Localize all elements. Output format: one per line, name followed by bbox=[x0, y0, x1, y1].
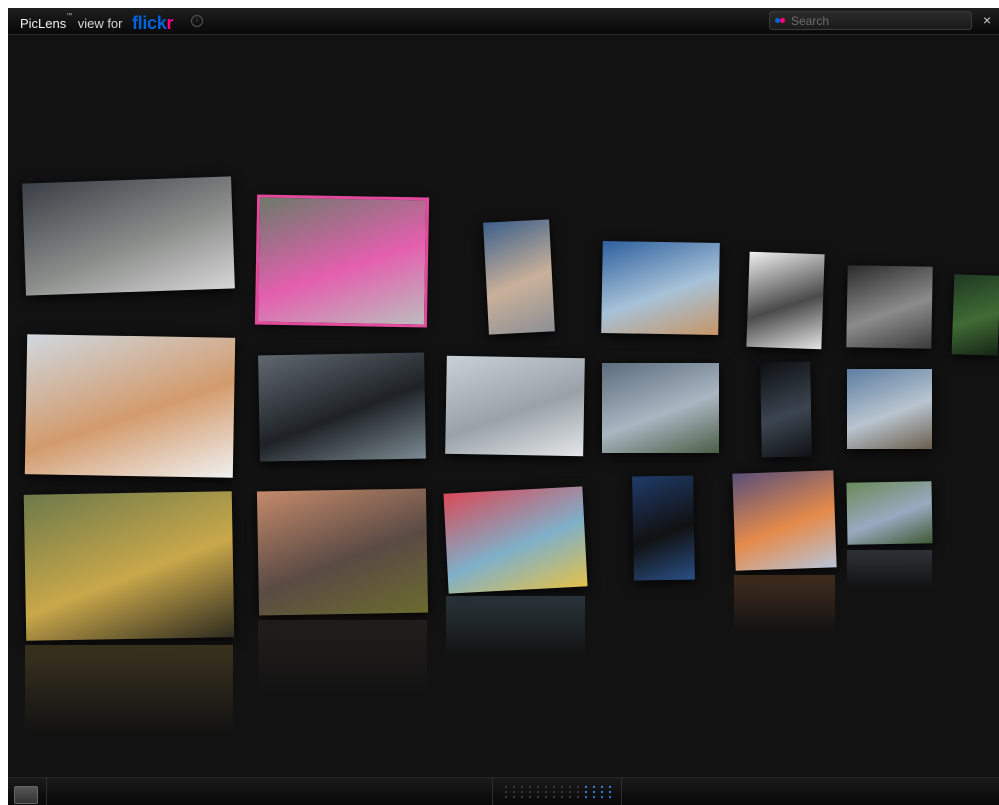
thumb-market-stall[interactable] bbox=[846, 481, 933, 545]
brand-logo: PicLens™ view for flickr bbox=[20, 12, 174, 33]
thumb-stamps-collage-reflection bbox=[446, 596, 585, 656]
thumb-bride-desert[interactable] bbox=[601, 240, 720, 336]
fullscreen-icon[interactable] bbox=[14, 786, 38, 804]
thumb-couple-airstream[interactable] bbox=[483, 219, 555, 335]
thumb-band-night[interactable] bbox=[632, 475, 695, 581]
thumb-cloud-gate[interactable] bbox=[847, 369, 932, 449]
thumb-ice-sunset-reflection bbox=[734, 575, 835, 633]
thumb-foggy-city[interactable] bbox=[602, 363, 719, 453]
thumb-bw-portrait[interactable] bbox=[846, 265, 933, 349]
thumb-green-woman[interactable] bbox=[951, 274, 999, 356]
thumb-bed-couple[interactable] bbox=[24, 334, 236, 478]
brand-suffix: view for bbox=[77, 16, 123, 31]
thumb-dark-window[interactable] bbox=[760, 361, 812, 458]
thumb-market-stall-reflection bbox=[847, 550, 932, 587]
trademark: ™ bbox=[66, 13, 73, 19]
flickr-logo: flickr bbox=[131, 13, 174, 33]
page-indicator[interactable] bbox=[505, 786, 620, 802]
flickr-dot-pink-icon bbox=[780, 18, 785, 23]
thumb-house-storm[interactable] bbox=[22, 176, 235, 296]
thumb-bee-flower-reflection bbox=[25, 645, 233, 733]
thumb-tree-sunset-reflection bbox=[258, 620, 427, 694]
thumb-bee-flower[interactable] bbox=[23, 491, 235, 641]
divider bbox=[492, 778, 493, 805]
info-icon[interactable]: i bbox=[191, 15, 203, 27]
thumb-tree-sunset[interactable] bbox=[256, 488, 429, 616]
piclens-window: PicLens™ view for flickr i × bbox=[8, 8, 999, 805]
search-input[interactable] bbox=[791, 13, 967, 28]
thumb-street-walker[interactable] bbox=[445, 355, 585, 457]
divider bbox=[621, 778, 622, 805]
thumb-band-night-reflection bbox=[633, 586, 694, 648]
divider bbox=[46, 778, 47, 805]
thumb-ice-sunset[interactable] bbox=[732, 470, 837, 571]
thumb-pink-mustang[interactable] bbox=[254, 194, 430, 328]
bottom-bar bbox=[8, 777, 999, 805]
top-bar: PicLens™ view for flickr i × bbox=[8, 8, 999, 35]
thumb-bw-woman-hood[interactable] bbox=[746, 251, 825, 350]
photo-wall[interactable] bbox=[8, 35, 999, 777]
close-icon[interactable]: × bbox=[983, 12, 991, 28]
search-field[interactable] bbox=[769, 11, 972, 30]
thumb-car-parking[interactable] bbox=[258, 352, 426, 462]
brand-name: PicLens bbox=[20, 16, 67, 31]
thumb-stamps-collage[interactable] bbox=[443, 486, 588, 594]
